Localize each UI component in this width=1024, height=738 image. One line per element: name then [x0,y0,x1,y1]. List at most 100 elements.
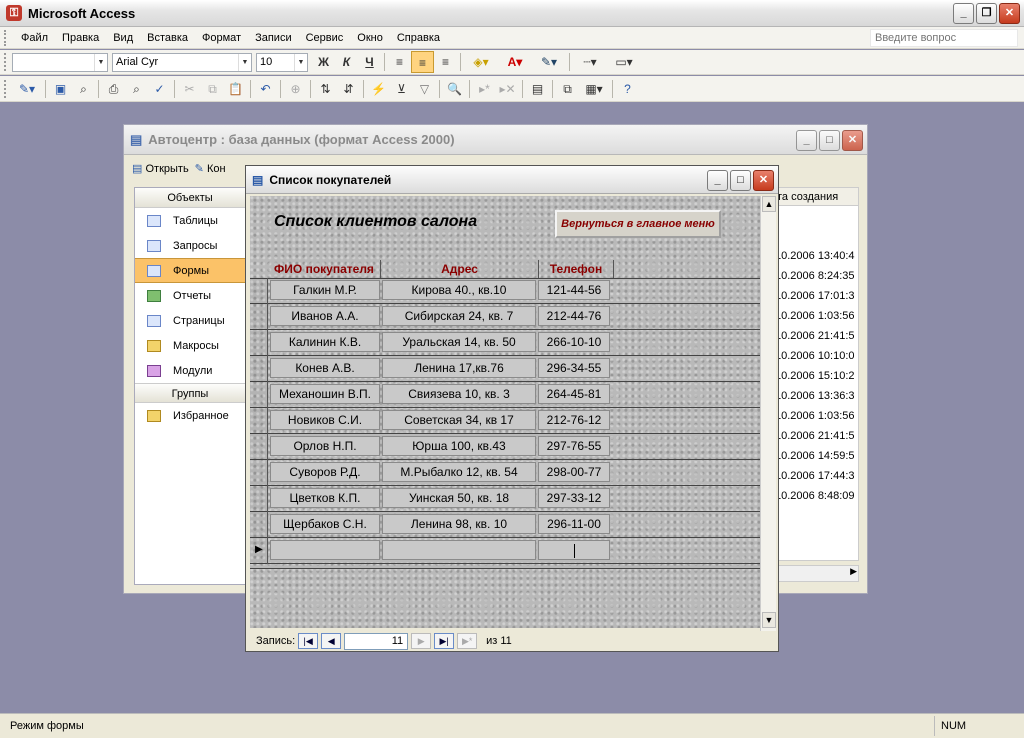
name-cell[interactable] [270,540,380,560]
phone-cell[interactable]: 264-45-81 [538,384,610,404]
table-row[interactable]: Калинин К.В. Уральская 14, кв. 50 266-10… [250,330,760,356]
menu-edit[interactable]: Правка [55,28,106,48]
objects-header[interactable]: Объекты [135,188,245,208]
phone-cell[interactable]: 212-76-12 [538,410,610,430]
paste-icon[interactable]: 📋 [224,78,247,100]
created-date[interactable]: 10.2006 10:10:0 [775,346,858,366]
created-date[interactable]: 10.2006 17:44:3 [775,466,858,486]
record-selector[interactable] [250,382,268,408]
name-cell[interactable]: Механошин В.П. [270,384,380,404]
record-selector[interactable] [250,304,268,330]
line-color-icon[interactable]: ✎▾ [532,51,566,73]
address-cell[interactable]: Ленина 17,кв.76 [382,358,536,378]
align-right-icon[interactable]: ≡ [434,51,457,73]
nav-reports[interactable]: Отчеты [135,283,245,308]
view-icon[interactable]: ✎▾ [12,78,42,100]
spelling-icon[interactable]: ✓ [148,78,171,100]
nav-favorites[interactable]: Избранное [135,403,245,428]
menu-grip[interactable] [4,29,10,46]
sort-descending-icon[interactable]: ⇵ [337,78,360,100]
design-button[interactable]: ✎ Кон [195,162,226,175]
table-row[interactable]: Цветков К.П. Уинская 50, кв. 18 297-33-1… [250,486,760,512]
save-icon[interactable]: ▣ [49,78,72,100]
created-date[interactable]: 10.2006 8:24:35 [775,266,858,286]
new-record-icon[interactable]: ▸* [473,78,496,100]
created-date[interactable]: 10.2006 1:03:56 [775,306,858,326]
form-title-bar[interactable]: ▤ Список покупателей [246,166,778,194]
menu-view[interactable]: Вид [106,28,140,48]
menu-format[interactable]: Формат [195,28,248,48]
next-record-button[interactable]: ▶ [411,633,432,649]
form-close-button[interactable]: ✕ [753,170,774,191]
name-cell[interactable]: Новиков С.И. [270,410,380,430]
align-left-icon[interactable]: ≡ [388,51,411,73]
previous-record-button[interactable]: ◀ [321,633,342,649]
menu-window[interactable]: Окно [350,28,390,48]
record-selector[interactable]: ▶ [250,538,268,564]
address-cell[interactable]: Ленина 98, кв. 10 [382,514,536,534]
first-record-button[interactable]: |◀ [298,633,319,649]
restore-button[interactable]: ❐ [976,3,997,24]
find-icon[interactable]: 🔍 [443,78,466,100]
table-row[interactable]: Щербаков С.Н. Ленина 98, кв. 10 296-11-0… [250,512,760,538]
align-center-icon[interactable]: ≡ [411,51,434,73]
phone-cell[interactable]: 296-11-00 [538,514,610,534]
phone-cell[interactable]: 121-44-56 [538,280,610,300]
nav-queries[interactable]: Запросы [135,233,245,258]
table-row[interactable]: Механошин В.П. Свиязева 10, кв. 3 264-45… [250,382,760,408]
name-cell[interactable]: Калинин К.В. [270,332,380,352]
apply-filter-icon[interactable]: ▽ [413,78,436,100]
new-record-row[interactable]: ▶ [250,538,760,564]
font-color-icon[interactable]: A▾ [498,51,532,73]
undo-icon[interactable]: ↶ [254,78,277,100]
address-cell[interactable]: Сибирская 24, кв. 7 [382,306,536,326]
table-row[interactable]: Орлов Н.П. Юрша 100, кв.43 297-76-55 [250,434,760,460]
address-cell[interactable]: Кирова 40., кв.10 [382,280,536,300]
phone-cell[interactable]: 296-34-55 [538,358,610,378]
italic-button[interactable]: К [335,51,358,73]
object-combo[interactable]: ▼ [12,52,108,72]
filter-by-selection-icon[interactable]: ⚡ [367,78,390,100]
toolbar-grip[interactable] [4,79,8,98]
table-row[interactable]: Новиков С.И. Советская 34, кв 17 212-76-… [250,408,760,434]
nav-modules[interactable]: Модули [135,358,245,383]
open-object-button[interactable]: ▤ Открыть [132,162,189,175]
name-cell[interactable]: Суворов Р.Д. [270,462,380,482]
nav-forms[interactable]: Формы [135,258,245,283]
new-record-button[interactable]: ▶* [457,633,478,649]
address-cell[interactable] [382,540,536,560]
font-combo[interactable]: Arial Cyr ▼ [112,52,252,72]
delete-record-icon[interactable]: ▸✕ [496,78,519,100]
bold-button[interactable]: Ж [312,51,335,73]
table-row[interactable]: Галкин М.Р. Кирова 40., кв.10 121-44-56 [250,278,760,304]
toolbar-grip[interactable] [4,53,8,71]
db-minimize-button[interactable]: _ [796,130,817,151]
record-selector[interactable] [250,512,268,538]
created-column-header[interactable]: та создания [775,188,858,206]
phone-cell[interactable]: 212-44-76 [538,306,610,326]
search-file-icon[interactable]: ⌕ [72,78,95,100]
created-date[interactable]: 10.2006 17:01:3 [775,286,858,306]
created-date[interactable]: 10.2006 8:48:09 [775,486,858,506]
copy-icon[interactable]: ⧉ [201,78,224,100]
print-preview-icon[interactable]: ⌕ [125,78,148,100]
phone-cell[interactable] [538,540,610,560]
horizontal-scrollbar[interactable]: ▶ [774,565,859,582]
table-row[interactable]: Суворов Р.Д. М.Рыбалко 12, кв. 54 298-00… [250,460,760,486]
name-cell[interactable]: Щербаков С.Н. [270,514,380,534]
scroll-right-icon[interactable]: ▶ [850,566,857,577]
record-selector[interactable] [250,408,268,434]
help-icon[interactable]: ? [616,78,639,100]
db-maximize-button[interactable]: □ [819,130,840,151]
insert-hyperlink-icon[interactable]: ⊕ [284,78,307,100]
record-selector[interactable] [250,434,268,460]
underline-button[interactable]: Ч [358,51,381,73]
filter-by-form-icon[interactable]: ⊻ [390,78,413,100]
database-window-icon[interactable]: ⧉ [556,78,579,100]
created-date[interactable]: 10.2006 1:03:56 [775,406,858,426]
created-date[interactable]: 10.2006 21:41:5 [775,326,858,346]
address-cell[interactable]: Советская 34, кв 17 [382,410,536,430]
database-window-title-bar[interactable]: ▤ Автоцентр : база данных (формат Access… [124,125,867,155]
menu-tools[interactable]: Сервис [299,28,351,48]
record-selector[interactable] [250,330,268,356]
